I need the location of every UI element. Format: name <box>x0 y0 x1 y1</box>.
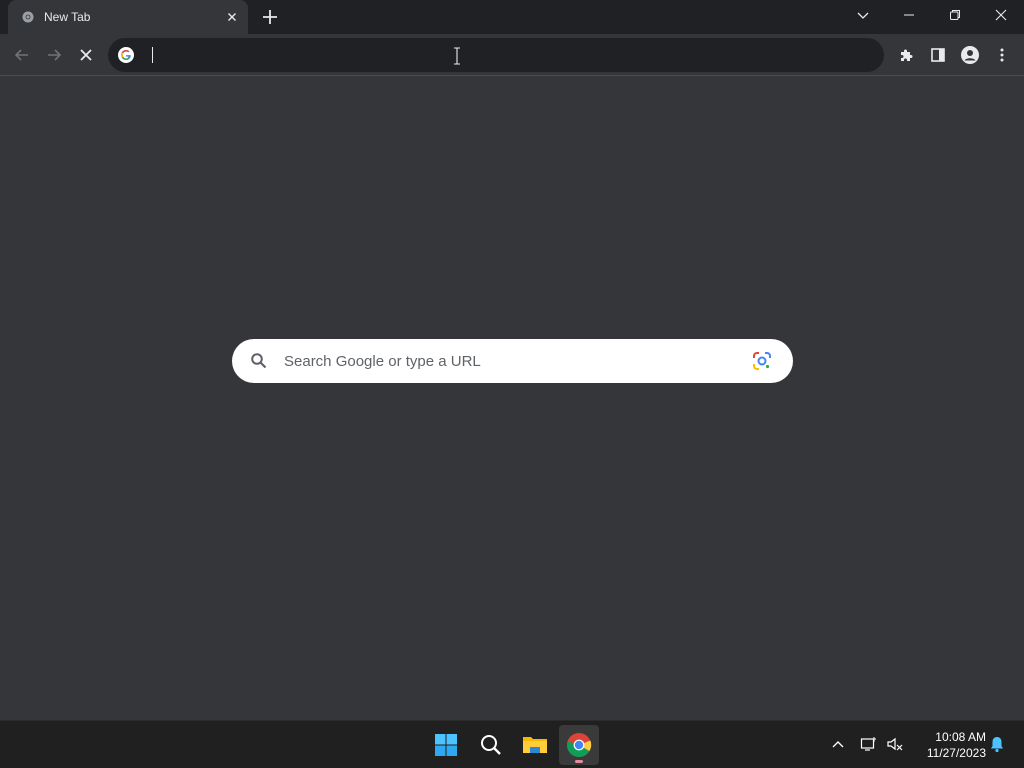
address-input[interactable] <box>148 40 868 70</box>
arrow-left-icon <box>14 49 28 61</box>
address-bar[interactable] <box>108 38 884 72</box>
clock-date: 11/27/2023 <box>926 746 986 760</box>
minimize-button[interactable] <box>886 0 932 30</box>
side-panel-icon <box>931 48 945 62</box>
close-icon <box>80 49 92 61</box>
folder-icon <box>523 737 547 753</box>
back-button[interactable] <box>9 42 35 68</box>
active-app-indicator <box>575 760 583 763</box>
tab-strip: New Tab <box>0 0 1024 34</box>
stop-loading-button[interactable] <box>73 42 99 68</box>
side-panel-button[interactable] <box>925 42 951 68</box>
text-caret <box>152 47 153 63</box>
network-icon <box>860 737 876 751</box>
menu-button[interactable] <box>989 42 1015 68</box>
start-button[interactable] <box>426 725 466 765</box>
new-tab-page <box>0 77 1024 720</box>
restore-button[interactable] <box>932 0 978 30</box>
search-input[interactable] <box>284 339 734 383</box>
notifications-button[interactable] <box>986 733 1008 755</box>
forward-button[interactable] <box>41 42 67 68</box>
profile-button[interactable] <box>957 42 983 68</box>
chrome-taskbar-button[interactable] <box>559 725 599 765</box>
close-icon <box>995 9 1007 21</box>
tab-close-icon[interactable] <box>224 9 240 25</box>
restore-icon <box>950 10 960 20</box>
close-window-button[interactable] <box>978 0 1024 30</box>
minimize-icon <box>904 14 914 16</box>
tab-search-button[interactable] <box>840 0 886 30</box>
chrome-icon <box>566 733 592 758</box>
chrome-favicon-icon <box>22 11 34 23</box>
new-tab-button[interactable] <box>258 6 282 28</box>
extensions-button[interactable] <box>893 42 919 68</box>
browser-toolbar <box>0 34 1024 76</box>
tab-title: New Tab <box>44 10 91 24</box>
chevron-up-icon <box>832 741 844 748</box>
speaker-muted-icon <box>887 737 903 751</box>
clock-time: 10:08 AM <box>935 730 986 744</box>
chevron-down-icon <box>857 12 869 19</box>
show-hidden-icons-button[interactable] <box>827 733 849 755</box>
taskbar-search-button[interactable] <box>471 725 511 765</box>
search-icon <box>481 735 501 755</box>
network-button[interactable] <box>858 733 880 755</box>
search-icon <box>251 353 267 369</box>
taskbar-clock[interactable]: 10:08 AM 11/27/2023 <box>912 729 986 761</box>
google-g-icon <box>118 47 134 63</box>
google-lens-icon[interactable] <box>752 351 772 371</box>
arrow-right-icon <box>48 49 62 61</box>
volume-button[interactable] <box>884 733 906 755</box>
bell-icon <box>991 737 1003 753</box>
file-explorer-button[interactable] <box>515 725 555 765</box>
google-search-box[interactable] <box>232 339 793 383</box>
windows-start-icon <box>435 734 457 756</box>
tab-new-tab[interactable]: New Tab <box>8 0 248 34</box>
more-vertical-icon <box>1000 48 1004 62</box>
puzzle-icon <box>901 49 913 61</box>
avatar-icon <box>961 46 979 64</box>
taskbar: 10:08 AM 11/27/2023 <box>0 720 1024 768</box>
ibeam-cursor-icon <box>454 47 460 65</box>
